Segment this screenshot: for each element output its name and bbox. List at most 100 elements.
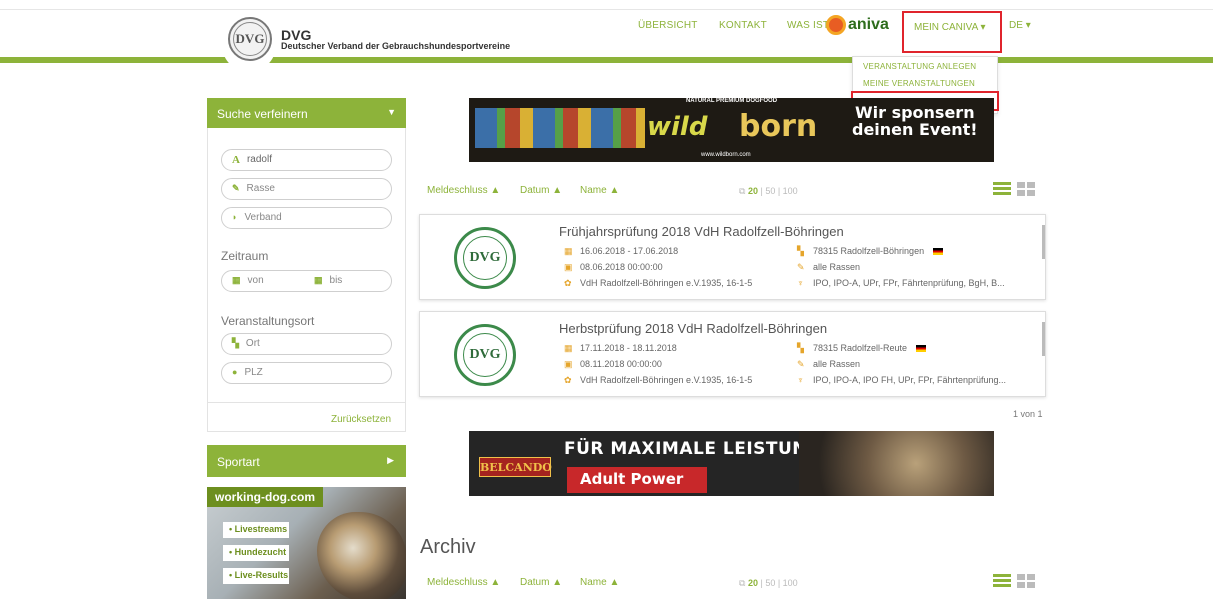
menu-item-veranstaltung-anlegen[interactable]: VERANSTALTUNG ANLEGEN: [863, 62, 976, 71]
event-rassen: ✎ alle Rassen: [797, 262, 860, 273]
dog-photo: [317, 512, 406, 599]
caret-down-icon: ▾: [980, 22, 986, 33]
dvg-logo[interactable]: DVG: [228, 17, 272, 61]
von-placeholder: von: [247, 275, 264, 286]
per-page-selector[interactable]: ⧉ 20 | 50 | 100: [739, 186, 798, 197]
ad-subline: Adult Power: [567, 467, 707, 493]
sort-name[interactable]: Name ▲: [580, 185, 619, 196]
bis-field[interactable]: ▦ bis: [314, 275, 342, 286]
scrollbar[interactable]: [1042, 225, 1045, 259]
event-pruefungen: ♆ IPO, IPO-A, UPr, FPr, Fährtenprüfung, B…: [797, 278, 1005, 288]
event-location-text: 78315 Radolfzell-Reute: [813, 343, 908, 353]
event-card[interactable]: DVG Herbstprüfung 2018 VdH Radolfzell-Bö…: [419, 311, 1046, 397]
event-rassen-text: alle Rassen: [813, 359, 861, 369]
veranstaltungsort-label: Veranstaltungsort: [221, 314, 315, 328]
menu-item-meine-veranstaltungen[interactable]: MEINE VERANSTALTUNGEN: [863, 79, 975, 88]
reset-link[interactable]: Zurücksetzen: [331, 414, 391, 425]
list-count-icon: ⧉: [739, 578, 746, 588]
verband-placeholder: Verband: [244, 212, 282, 223]
ad-headline: FÜR MAXIMALE LEISTUNG: [564, 439, 822, 459]
sportart-title: Sportart: [217, 455, 260, 469]
scrollbar[interactable]: [1042, 322, 1045, 356]
event-club-text: VdH Radolfzell-Böhringen e.V.1935, 16-1-…: [580, 278, 753, 288]
brand-subtitle: Deutscher Verband der Gebrauchshundespor…: [281, 41, 511, 51]
zeitraum-label: Zeitraum: [221, 249, 269, 263]
livestreams-link[interactable]: • Livestreams: [223, 522, 289, 538]
mein-caniva-menu[interactable]: MEIN CANIVA ▾: [902, 11, 1002, 53]
working-dog-banner[interactable]: working-dog.com • Livestreams • Hundezuc…: [207, 487, 406, 599]
plz-placeholder: PLZ: [244, 367, 263, 378]
event-club: ✿ VdH Radolfzell-Böhringen e.V.1935, 16-1…: [564, 375, 752, 386]
rasse-filter-input[interactable]: ✎ Rasse: [221, 178, 392, 200]
sort-datum[interactable]: Datum ▲: [520, 185, 562, 196]
caniva-logo[interactable]: aniva: [826, 12, 889, 38]
archiv-sort-name[interactable]: Name ▲: [580, 577, 619, 588]
shield-icon: ◗: [232, 212, 238, 222]
plz-filter-input[interactable]: ● PLZ: [221, 362, 392, 384]
language-label: DE: [1009, 20, 1023, 31]
wildborn-ad-banner[interactable]: NATURAL PREMIUM DOGFOOD wild born Wir sp…: [469, 98, 994, 162]
archiv-per-page-selector[interactable]: ⧉ 20 | 50 | 100: [739, 578, 798, 589]
ort-filter-input[interactable]: ▚ Ort: [221, 333, 392, 355]
ad-sponsor-line2: deinen Event!: [852, 120, 978, 139]
event-title[interactable]: Frühjahrsprüfung 2018 VdH Radolfzell-Böh…: [559, 224, 844, 239]
event-club-text: VdH Radolfzell-Böhringen e.V.1935, 16-1-…: [580, 375, 753, 385]
dog-icon: ✎: [232, 183, 240, 193]
calendar-check-icon: ▣: [564, 359, 573, 369]
event-meldeschluss-text: 08.06.2018 00:00:00: [580, 262, 663, 272]
event-title[interactable]: Herbstprüfung 2018 VdH Radolfzell-Böhrin…: [559, 321, 827, 336]
search-refine-header[interactable]: Suche verfeinern ▼: [207, 98, 406, 128]
dvg-logo-text: DVG: [233, 22, 267, 56]
grid-view-icon[interactable]: [1017, 182, 1035, 196]
bis-placeholder: bis: [329, 275, 343, 286]
event-pruefungen: ♆ IPO, IPO-A, IPO FH, UPr, FPr, Fährtenpr…: [797, 375, 1006, 385]
name-filter-input[interactable]: Aradolf: [221, 149, 392, 171]
ort-placeholder: Ort: [245, 338, 260, 349]
germany-flag-icon: [933, 248, 944, 255]
date-range-input[interactable]: ▦ von ▦ bis: [221, 270, 392, 292]
event-meldeschluss: ▣ 08.06.2018 00:00:00: [564, 262, 663, 273]
live-results-link[interactable]: • Live-Results: [223, 568, 289, 584]
per-page-20[interactable]: 20: [748, 186, 758, 196]
belcando-ad-banner[interactable]: BELCANDO FÜR MAXIMALE LEISTUNG Adult Pow…: [469, 431, 994, 496]
nav-kontakt[interactable]: KONTAKT: [719, 20, 767, 31]
working-dog-title: working-dog.com: [207, 487, 323, 507]
hundezucht-link[interactable]: • Hundezucht: [223, 545, 289, 561]
name-filter-value: radolf: [246, 154, 272, 165]
sort-meldeschluss[interactable]: Meldeschluss ▲: [427, 185, 500, 196]
map-marker-icon: ●: [232, 367, 238, 377]
dvg-club-logo: DVG: [454, 227, 516, 289]
map-icon: ▚: [797, 246, 804, 256]
event-rassen-text: alle Rassen: [813, 262, 861, 272]
dogfood-bags-image: [475, 108, 645, 148]
event-location: ▚ 78315 Radolfzell-Reute: [797, 343, 927, 354]
grid-view-icon[interactable]: [1017, 574, 1035, 588]
event-meldeschluss-text: 08.11.2018 00:00:00: [580, 359, 662, 369]
event-rassen: ✎ alle Rassen: [797, 359, 860, 370]
mein-caniva-label: MEIN CANIVA: [914, 22, 978, 33]
dvg-club-logo: DVG: [454, 324, 516, 386]
per-page-20[interactable]: 20: [748, 578, 758, 588]
nav-was-ist[interactable]: WAS IST: [787, 20, 829, 31]
event-card[interactable]: DVG Frühjahrsprüfung 2018 VdH Radolfzell…: [419, 214, 1046, 300]
ad-born-text: born: [739, 109, 818, 144]
nav-uebersicht[interactable]: ÜBERSICHT: [638, 20, 698, 31]
ad-sponsor-text: Wir sponsern deinen Event!: [852, 104, 978, 138]
sportart-header[interactable]: Sportart ▶: [207, 445, 406, 477]
calendar-check-icon: ▣: [564, 262, 573, 272]
map-icon: ▚: [232, 338, 239, 348]
per-page-options[interactable]: | 50 | 100: [760, 578, 797, 588]
per-page-options[interactable]: | 50 | 100: [760, 186, 797, 196]
language-selector[interactable]: DE ▾: [1009, 20, 1031, 31]
event-location: ▚ 78315 Radolfzell-Böhringen: [797, 246, 944, 257]
header: [0, 10, 1213, 58]
verband-filter-input[interactable]: ◗ Verband: [221, 207, 392, 229]
list-view-icon[interactable]: [993, 182, 1011, 196]
archiv-sort-datum[interactable]: Datum ▲: [520, 577, 562, 588]
list-view-icon[interactable]: [993, 574, 1011, 588]
caret-down-icon: ▾: [1025, 20, 1031, 31]
letter-a-icon: A: [232, 154, 240, 166]
dog-icon: ✎: [797, 262, 805, 272]
archiv-heading: Archiv: [420, 536, 476, 558]
archiv-sort-meldeschluss[interactable]: Meldeschluss ▲: [427, 577, 500, 588]
